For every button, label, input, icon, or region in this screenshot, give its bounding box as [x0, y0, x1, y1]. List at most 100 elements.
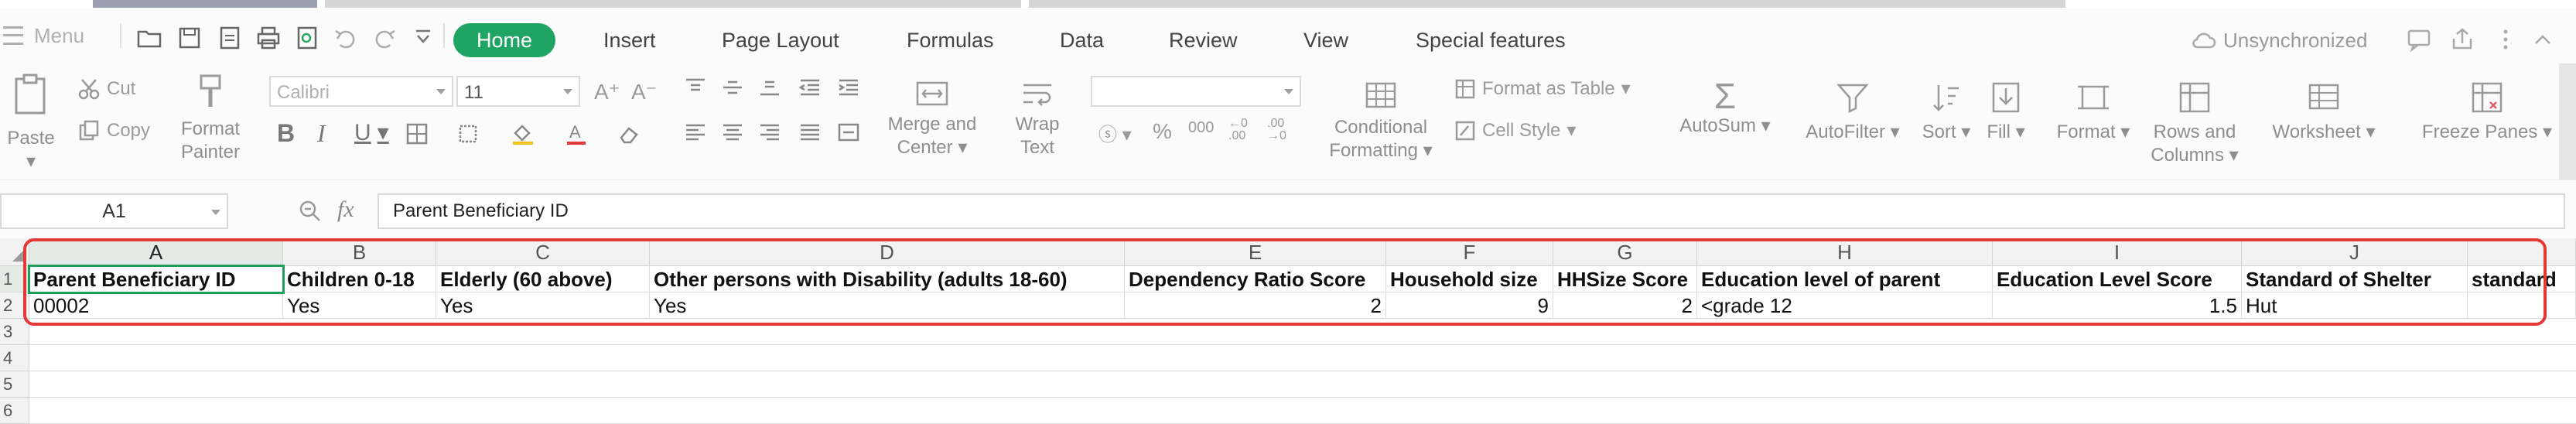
increase-indent-icon[interactable] — [837, 77, 860, 97]
tab-view[interactable]: View — [1303, 23, 1348, 57]
currency-format-button[interactable]: ⓢ ▾ — [1098, 119, 1132, 146]
column-header-i[interactable]: I — [1993, 238, 2242, 266]
menu-button[interactable]: Menu — [0, 19, 84, 53]
zoom-search-icon[interactable] — [297, 198, 323, 224]
percent-format-button[interactable]: % — [1153, 119, 1172, 144]
cell-style-button[interactable]: Cell Style ▾ — [1454, 119, 1576, 142]
cell-e2[interactable]: 2 — [1125, 292, 1386, 319]
print-icon[interactable] — [255, 25, 282, 51]
name-box[interactable]: A1 — [0, 193, 228, 229]
paste-button[interactable]: Paste ▾ — [0, 73, 62, 173]
empty-row-5[interactable] — [29, 371, 2576, 398]
font-color-icon[interactable]: A — [565, 122, 588, 145]
customize-toolbar-icon[interactable] — [410, 25, 436, 51]
tab-data[interactable]: Data — [1060, 23, 1104, 57]
column-header-c[interactable]: C — [436, 238, 650, 266]
row-header-5[interactable]: 5 — [0, 371, 29, 398]
row-header-3[interactable]: 3 — [0, 319, 29, 345]
column-header-g[interactable]: G — [1553, 238, 1697, 266]
column-header-b[interactable]: B — [283, 238, 436, 266]
freeze-panes-button[interactable]: Freeze Panes ▾ — [2421, 80, 2553, 144]
decrease-font-button[interactable]: A⁻ — [631, 79, 657, 104]
column-header-f[interactable]: F — [1386, 238, 1553, 266]
cell-b1[interactable]: Children 0-18 — [283, 266, 436, 292]
cell-i2[interactable]: 1.5 — [1993, 292, 2242, 319]
decrease-indent-icon[interactable] — [798, 77, 822, 97]
format-painter-button[interactable]: Format Painter — [172, 73, 249, 164]
rows-and-columns-button[interactable]: Rows and Columns ▾ — [2143, 80, 2246, 167]
conditional-formatting-button[interactable]: Conditional Formatting ▾ — [1324, 80, 1437, 162]
empty-row-3[interactable] — [29, 319, 2576, 345]
empty-row-4[interactable] — [29, 345, 2576, 371]
wrap-text-button[interactable]: Wrap Text — [1003, 80, 1072, 159]
increase-font-button[interactable]: A⁺ — [594, 79, 620, 104]
tab-formulas[interactable]: Formulas — [907, 23, 994, 57]
align-bottom-icon[interactable] — [758, 77, 781, 97]
comment-icon[interactable] — [2406, 26, 2432, 53]
increase-decimal-button[interactable]: ←0.00 — [1228, 118, 1248, 142]
tab-home[interactable]: Home — [453, 23, 556, 57]
sort-button[interactable]: Sort ▾ — [1915, 80, 1977, 144]
print-preview-icon[interactable] — [294, 25, 320, 51]
share-icon[interactable] — [2449, 26, 2475, 53]
bold-button[interactable]: B — [277, 119, 295, 148]
align-middle-icon[interactable] — [721, 77, 744, 97]
fill-color-icon[interactable] — [511, 122, 537, 145]
cell-style-brush-icon[interactable] — [458, 122, 484, 145]
cell-k2[interactable] — [2468, 292, 2576, 319]
function-icon[interactable]: fx — [337, 197, 354, 223]
cell-g1[interactable]: HHSize Score — [1553, 266, 1697, 292]
redo-icon[interactable] — [371, 25, 398, 51]
merge-center-button[interactable]: Merge and Center ▾ — [882, 80, 982, 159]
decrease-decimal-button[interactable]: .00 →0 — [1267, 118, 1286, 142]
row-header-1[interactable]: 1 — [0, 266, 29, 292]
cell-f2[interactable]: 9 — [1386, 292, 1553, 319]
format-button[interactable]: Format ▾ — [2047, 80, 2140, 144]
cell-c2[interactable]: Yes — [436, 292, 650, 319]
undo-icon[interactable] — [333, 25, 359, 51]
clear-eraser-icon[interactable] — [617, 122, 641, 145]
cell-g2[interactable]: 2 — [1553, 292, 1697, 319]
autosum-button[interactable]: Σ AutoSum ▾ — [1671, 77, 1779, 138]
column-header-a[interactable]: A — [29, 238, 283, 266]
autofilter-button[interactable]: AutoFilter ▾ — [1795, 80, 1911, 144]
column-header-k[interactable] — [2468, 238, 2576, 266]
cell-j2[interactable]: Hut — [2242, 292, 2468, 319]
cell-j1[interactable]: Standard of Shelter — [2242, 266, 2468, 292]
cell-e1[interactable]: Dependency Ratio Score — [1125, 266, 1386, 292]
cell-c1[interactable]: Elderly (60 above) — [436, 266, 650, 292]
cell-f1[interactable]: Household size — [1386, 266, 1553, 292]
collapse-ribbon-icon[interactable] — [2530, 26, 2556, 53]
cell-k1[interactable]: standard — [2468, 266, 2576, 292]
ribbon-scroll-handle[interactable] — [2559, 63, 2576, 180]
cell-b2[interactable]: Yes — [283, 292, 436, 319]
export-pdf-icon[interactable] — [217, 25, 243, 51]
font-name-select[interactable]: Calibri — [269, 76, 453, 107]
row-header-6[interactable]: 6 — [0, 398, 29, 424]
formula-input[interactable]: Parent Beneficiary ID — [378, 193, 2565, 229]
tab-special-features[interactable]: Special features — [1416, 23, 1566, 57]
save-icon[interactable] — [176, 25, 203, 51]
number-format-select[interactable] — [1091, 76, 1301, 107]
copy-button[interactable]: Copy — [77, 119, 150, 142]
distributed-align-icon[interactable] — [837, 122, 860, 142]
italic-button[interactable]: I — [317, 119, 326, 148]
row-header-4[interactable]: 4 — [0, 345, 29, 371]
tab-page-layout[interactable]: Page Layout — [722, 23, 839, 57]
cell-i1[interactable]: Education Level Score — [1993, 266, 2242, 292]
justify-icon[interactable] — [798, 122, 822, 142]
sync-status[interactable]: Unsynchronized — [2191, 23, 2367, 57]
column-header-j[interactable]: J — [2242, 238, 2468, 266]
worksheet-button[interactable]: Worksheet ▾ — [2262, 80, 2386, 144]
column-header-d[interactable]: D — [650, 238, 1125, 266]
format-as-table-button[interactable]: Format as Table ▾ — [1454, 77, 1631, 100]
cut-button[interactable]: Cut — [77, 77, 135, 101]
tab-review[interactable]: Review — [1169, 23, 1238, 57]
column-header-e[interactable]: E — [1125, 238, 1386, 266]
cell-d2[interactable]: Yes — [650, 292, 1125, 319]
borders-icon[interactable] — [405, 122, 429, 145]
column-header-h[interactable]: H — [1697, 238, 1993, 266]
cell-h1[interactable]: Education level of parent — [1697, 266, 1993, 292]
more-options-icon[interactable] — [2492, 26, 2519, 53]
cell-a2[interactable]: 00002 — [29, 292, 283, 319]
